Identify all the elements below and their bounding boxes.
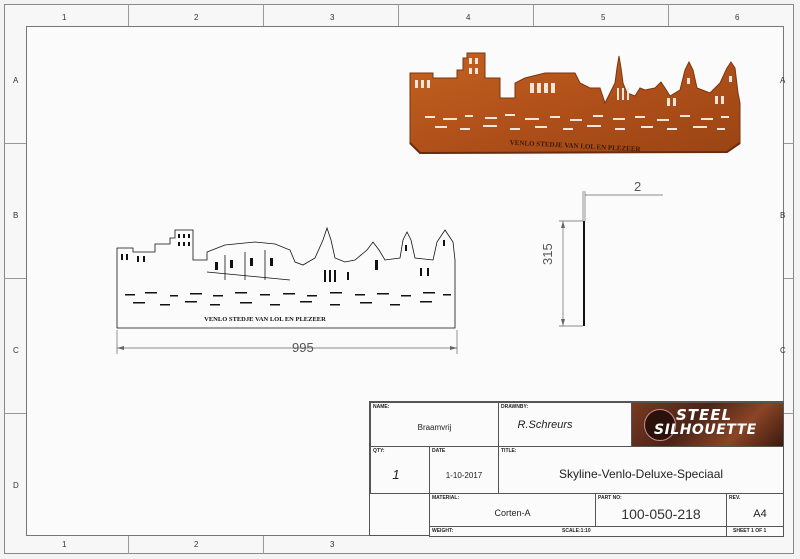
date-value: 1-10-2017 — [445, 471, 483, 480]
name-value: Braamvrij — [417, 423, 452, 432]
sheet-size-value: A4 — [753, 508, 767, 520]
zone-col-6-top: 6 — [735, 13, 740, 22]
scale-label: SCALE:1:10 — [562, 528, 591, 534]
zone-divider — [398, 4, 399, 26]
zone-divider — [4, 143, 26, 144]
date-label: DATE — [432, 448, 446, 454]
zone-col-4-top: 4 — [466, 13, 471, 22]
width-dimension-label: 995 — [292, 340, 314, 355]
zone-row-c-right: C — [780, 346, 786, 355]
zone-divider — [784, 143, 794, 144]
corten-plate — [409, 52, 741, 154]
front-engraving-text: VENLO STEDJE VAN LOL EN PLEZEER — [204, 316, 326, 323]
zone-divider — [263, 4, 264, 26]
zone-divider — [128, 536, 129, 554]
zone-divider — [784, 278, 794, 279]
qty-cell: QTY: 1 — [370, 446, 430, 494]
logo-text-line2: SILHOUETTE — [654, 422, 757, 438]
zone-divider — [533, 4, 534, 26]
title-cell: TITLE: Skyline-Venlo-Deluxe-Speciaal — [498, 446, 784, 494]
title-label: TITLE: — [501, 448, 517, 454]
skyline-render-view: VENLO STEDJE VAN LOL EN PLEZEER — [409, 52, 741, 155]
name-cell: NAME: Braamvrij — [370, 402, 499, 447]
zone-row-a-left: A — [13, 76, 19, 85]
zone-col-2-bottom: 2 — [194, 540, 199, 549]
part-number-value: 100-050-218 — [621, 506, 701, 522]
qty-label: QTY: — [373, 448, 385, 454]
sheet-label: SHEET 1 OF 1 — [733, 528, 767, 534]
zone-row-d-left: D — [13, 481, 19, 490]
skyline-outline — [116, 226, 456, 329]
qty-value: 1 — [392, 467, 400, 482]
zone-row-c-left: C — [13, 346, 19, 355]
zone-row-b-right: B — [780, 211, 786, 220]
zone-divider — [263, 536, 264, 554]
name-label: NAME: — [373, 404, 390, 410]
zone-col-3-bottom: 3 — [330, 540, 335, 549]
zone-row-a-right: A — [780, 76, 786, 85]
revision-label: REV. — [729, 495, 741, 501]
date-cell: DATE 1-10-2017 — [429, 446, 499, 494]
drawn-by-value: R.Schreurs — [517, 419, 573, 431]
weight-scale-row: WEIGHT: SCALE:1:10 — [429, 526, 727, 537]
zone-col-1-top: 1 — [62, 13, 67, 22]
title-block: NAME: Braamvrij DRAWNBY: R.Schreurs STEE… — [369, 401, 784, 537]
side-dimensions — [559, 191, 663, 327]
zone-row-b-left: B — [13, 211, 19, 220]
front-water-cutouts — [125, 292, 451, 306]
sheet-cell: SHEET 1 OF 1 — [726, 526, 784, 537]
zone-col-5-top: 5 — [601, 13, 606, 22]
zone-divider — [128, 4, 129, 26]
skyline-front-view: VENLO STEDJE VAN LOL EN PLEZEER — [116, 226, 456, 329]
part-number-label: PART NO: — [598, 495, 622, 501]
width-dimension — [116, 330, 458, 354]
zone-divider — [4, 413, 26, 414]
zone-col-3-top: 3 — [330, 13, 335, 22]
zone-col-2-top: 2 — [194, 13, 199, 22]
zone-divider — [668, 4, 669, 26]
zone-col-1-bottom: 1 — [62, 540, 67, 549]
logo-cell: STEEL SILHOUETTE — [631, 402, 784, 447]
drawn-by-cell: DRAWNBY: R.Schreurs — [498, 402, 632, 447]
zone-divider — [4, 278, 26, 279]
material-value: Corten-A — [494, 508, 531, 518]
weight-label: WEIGHT: — [432, 528, 454, 534]
title-value: Skyline-Venlo-Deluxe-Speciaal — [558, 467, 724, 481]
material-label: MATERIAL: — [432, 495, 460, 501]
height-dimension-label: 315 — [540, 243, 555, 265]
drawing-sheet: 1 2 3 4 5 6 1 2 3 A B C D A B C VENLO ST… — [0, 0, 800, 559]
thickness-dimension-label: 2 — [634, 179, 642, 194]
zone-divider — [784, 413, 794, 414]
drawn-by-label: DRAWNBY: — [501, 404, 529, 410]
